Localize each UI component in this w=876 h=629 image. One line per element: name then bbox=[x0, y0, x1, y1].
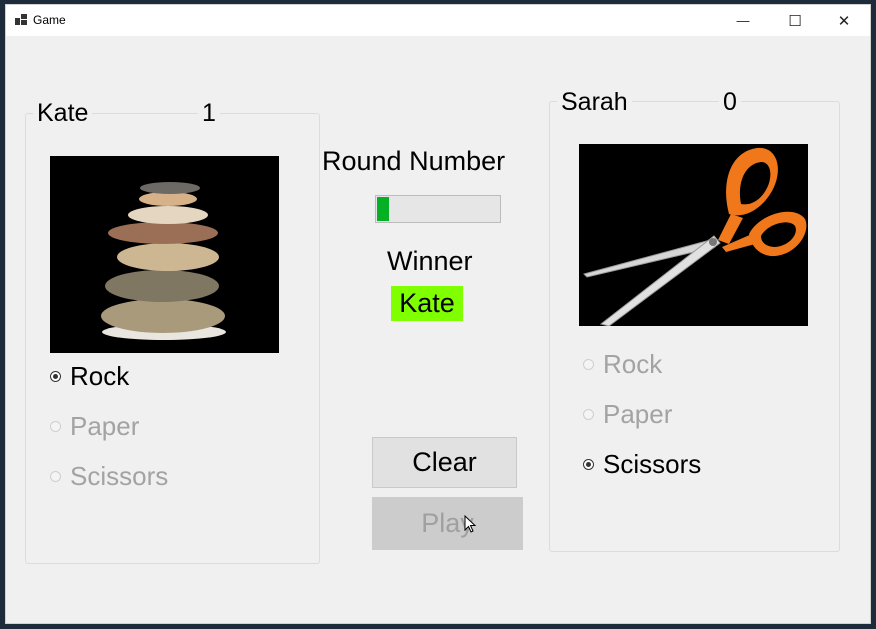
player2-radio-rock-label: Rock bbox=[603, 349, 663, 379]
winner-label: Winner bbox=[387, 246, 473, 276]
maximize-icon: ☐ bbox=[788, 12, 802, 30]
play-button[interactable]: Play bbox=[372, 497, 523, 550]
player1-radio-paper[interactable]: Paper bbox=[50, 411, 139, 442]
winner-value: Kate bbox=[391, 286, 463, 321]
radio-checked-icon bbox=[50, 371, 61, 382]
round-progress-bar bbox=[375, 195, 501, 223]
radio-unchecked-icon bbox=[583, 409, 594, 420]
round-progress-fill bbox=[377, 197, 389, 221]
player2-name: Sarah bbox=[557, 87, 632, 117]
radio-unchecked-icon bbox=[50, 471, 61, 482]
player2-radio-paper[interactable]: Paper bbox=[583, 399, 672, 430]
player2-radio-paper-label: Paper bbox=[603, 399, 673, 429]
player2-radio-scissors-label: Scissors bbox=[603, 449, 702, 479]
player1-picture bbox=[50, 156, 279, 353]
mouse-cursor-icon bbox=[464, 515, 477, 533]
round-number-label: Round Number bbox=[322, 146, 506, 176]
game-window: Game — ☐ ✕ Kate 1 Rock Paper Scissors Ro… bbox=[5, 4, 871, 624]
minimize-button[interactable]: — bbox=[720, 5, 766, 36]
player1-radio-scissors[interactable]: Scissors bbox=[50, 461, 168, 492]
window-title: Game bbox=[33, 13, 66, 27]
scissors-image bbox=[583, 147, 807, 326]
player1-radio-scissors-label: Scissors bbox=[70, 461, 169, 491]
player1-score: 1 bbox=[198, 98, 220, 128]
player2-score: 0 bbox=[719, 87, 741, 117]
player2-radio-rock[interactable]: Rock bbox=[583, 349, 662, 380]
title-bar: Game — ☐ ✕ bbox=[6, 5, 870, 36]
player1-radio-paper-label: Paper bbox=[70, 411, 140, 441]
radio-checked-icon bbox=[583, 459, 594, 470]
close-button[interactable]: ✕ bbox=[821, 5, 867, 36]
app-icon bbox=[15, 14, 27, 25]
radio-unchecked-icon bbox=[50, 421, 61, 432]
minimize-icon: — bbox=[736, 13, 750, 28]
player2-picture bbox=[579, 144, 808, 326]
maximize-button[interactable]: ☐ bbox=[772, 5, 818, 36]
player2-radio-scissors[interactable]: Scissors bbox=[583, 449, 701, 480]
radio-unchecked-icon bbox=[583, 359, 594, 370]
clear-button[interactable]: Clear bbox=[372, 437, 517, 488]
player1-name: Kate bbox=[33, 98, 93, 128]
close-icon: ✕ bbox=[837, 12, 851, 30]
player1-radio-rock-label: Rock bbox=[70, 361, 130, 391]
player1-radio-rock[interactable]: Rock bbox=[50, 361, 129, 392]
rock-stack-image bbox=[101, 182, 226, 340]
